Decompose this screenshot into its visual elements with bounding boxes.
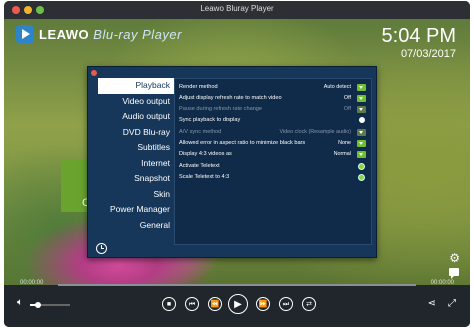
setting-row: Scale Teletext to 4:3 [179,172,367,183]
resize-icon[interactable]: ⤢ [448,298,456,309]
logo-brand: LEAWO [39,26,90,42]
setting-label: A/V sync method [179,129,222,135]
setting-value: Normal [333,151,351,157]
leawo-logo-icon [16,25,34,43]
setting-row: Allowed error in aspect ratio to minimiz… [179,138,367,149]
setting-value: Off [343,95,351,101]
share-icon[interactable]: ⋖ [428,298,436,309]
settings-dialog: Playback Video output Audio output DVD Blu-… [87,66,377,258]
fast-forward-button[interactable]: ⏩ [256,297,270,311]
rewind-button[interactable]: ⏪ [208,297,222,311]
shuffle-button[interactable]: ⇄ [302,297,316,311]
setting-label: Display 4:3 videos as [179,151,232,157]
setting-label: Allowed error in aspect ratio to minimiz… [179,140,306,146]
stop-button[interactable]: ■ [162,297,176,311]
volume-knob[interactable] [35,302,41,308]
setting-row: Pause during refresh rate change Off [179,104,367,115]
volume-icon[interactable]: 🔈︎ [17,297,23,308]
setting-value: Video clock (Resample audio) [279,129,351,135]
setting-label: Activate Teletext [179,163,220,169]
app-window: Leawo Bluray Player LEAWO Blu-ray Player… [4,1,470,327]
setting-value: Off [343,106,351,112]
setting-label: Adjust display refresh rate to match vid… [179,95,282,101]
gear-icon[interactable]: ⚙ [449,251,460,265]
logo-text: LEAWO Blu-ray Player [39,27,182,42]
setting-checkbox[interactable] [358,174,365,181]
setting-value: None [338,140,351,146]
sidebar-item-general[interactable]: General [98,218,174,234]
dropdown-arrow-icon[interactable] [357,140,366,147]
volume-slider[interactable] [30,302,70,308]
dropdown-arrow-icon[interactable] [357,84,366,91]
setting-row: Activate Teletext [179,161,367,172]
sidebar-item-playback[interactable]: Playback [98,78,174,94]
elapsed-time: 00:00:00 [20,280,44,286]
sidebar-item-snapshot[interactable]: Snapshot [98,171,174,187]
sidebar-item-subtitles[interactable]: Subtitles [98,140,174,156]
sidebar-item-skin[interactable]: Skin [98,187,174,203]
setting-value: Auto detect [323,84,351,90]
setting-row: Display 4:3 videos as Normal [179,149,367,160]
logo-product: Blu-ray Player [93,26,182,42]
progress-bar[interactable] [58,284,416,286]
settings-panel: Render method Auto detect Adjust display r… [174,78,372,245]
sidebar-item-internet[interactable]: Internet [98,156,174,172]
player-controls: 00:00:00 00:00:00 🔈︎ ■ ⏮ ⏪ ▶ ⏩ ⏭ ⇄ ⋖ ⤢ [4,280,470,327]
setting-checkbox[interactable] [358,163,365,170]
setting-label: Pause during refresh rate change [179,106,263,112]
setting-row: Render method Auto detect [179,82,367,93]
setting-checkbox[interactable] [359,117,365,123]
previous-button[interactable]: ⏮ [185,297,199,311]
video-area[interactable]: LEAWO Blu-ray Player 5:04 PM 07/03/2017 … [4,19,470,285]
total-time: 00:00:00 [430,280,454,286]
window-title: Leawo Bluray Player [200,4,274,13]
sidebar-item-dvd-blu-ray[interactable]: DVD Blu-ray [98,125,174,141]
setting-row: Adjust display refresh rate to match vid… [179,93,367,104]
dialog-close-button[interactable] [91,70,97,76]
next-button[interactable]: ⏭ [279,297,293,311]
settings-sidebar: Playback Video output Audio output DVD Blu-… [98,78,174,233]
setting-label: Sync playback to display [179,117,241,123]
dropdown-arrow-icon[interactable] [357,151,366,158]
sidebar-item-audio-output[interactable]: Audio output [98,109,174,125]
sidebar-item-video-output[interactable]: Video output [98,94,174,110]
dropdown-arrow-icon [357,106,366,113]
clock-time: 5:04 PM [381,25,456,47]
dropdown-arrow-icon[interactable] [357,95,366,102]
leawo-logo: LEAWO Blu-ray Player [16,25,182,43]
chat-icon[interactable] [449,268,459,279]
history-icon[interactable] [96,243,107,254]
title-bar: Leawo Bluray Player [4,1,470,20]
clock-date: 07/03/2017 [400,48,456,60]
setting-row: Sync playback to display [179,115,367,126]
dropdown-arrow-icon [357,129,366,136]
clock-overlay: 5:04 PM 07/03/2017 [382,25,456,61]
setting-label: Render method [179,84,218,90]
setting-label: Scale Teletext to 4:3 [179,174,230,180]
sidebar-item-power-manager[interactable]: Power Manager [98,202,174,218]
play-button[interactable]: ▶ [228,294,248,314]
setting-row: A/V sync method Video clock (Resample aud… [179,127,367,138]
